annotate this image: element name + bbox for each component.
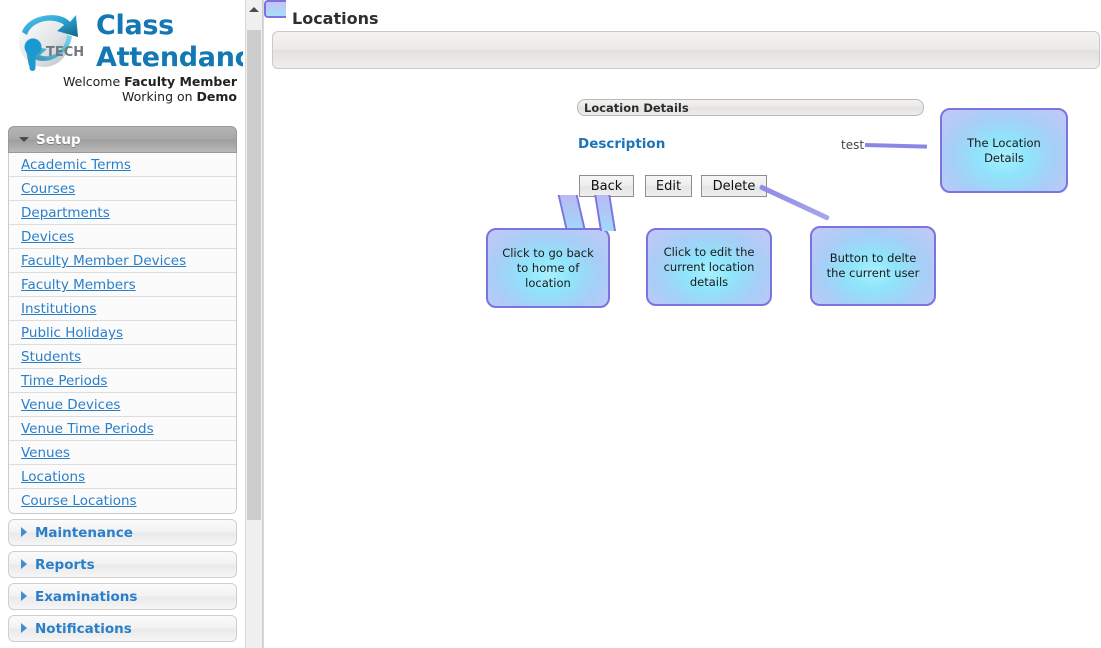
description-label: Description	[578, 136, 666, 152]
main-content: Locations Location Details Description t…	[264, 0, 1101, 648]
sidebar-item-courses[interactable]: Courses	[9, 177, 236, 201]
callout-tail-edit	[594, 195, 616, 231]
sidebar-item-academic-terms[interactable]: Academic Terms	[9, 153, 236, 177]
location-details-panel-title: Location Details	[584, 101, 689, 115]
iptech-logo-icon: TECH	[8, 6, 94, 78]
chevron-right-icon	[21, 591, 27, 601]
app-title: Class Attendance	[96, 10, 243, 74]
sidebar-section-notifications-label: Notifications	[35, 621, 132, 637]
callout-tail-delete	[758, 184, 830, 221]
sidebar-section-setup[interactable]: Setup	[8, 126, 237, 153]
page-header-bar	[272, 31, 1100, 69]
sidebar-item-faculty-member-devices[interactable]: Faculty Member Devices	[9, 249, 236, 273]
app-window: TECH Class Attendance Welcome Faculty Me…	[0, 0, 1101, 648]
chevron-down-icon	[19, 136, 29, 142]
svg-text:TECH: TECH	[46, 45, 84, 60]
callout-delete-button: Button to delte the current user	[810, 226, 936, 306]
description-value: test	[841, 138, 865, 152]
welcome-prefix: Welcome	[63, 74, 125, 89]
sidebar-section-notifications[interactable]: Notifications	[8, 615, 237, 642]
welcome-line: Welcome Faculty Member	[63, 74, 237, 89]
sidebar-item-faculty-members[interactable]: Faculty Members	[9, 273, 236, 297]
sidebar-setup-items: Academic Terms Courses Departments Devic…	[8, 153, 237, 514]
sidebar-item-time-periods[interactable]: Time Periods	[9, 369, 236, 393]
sidebar-section-examinations[interactable]: Examinations	[8, 583, 237, 610]
chevron-right-icon	[21, 623, 27, 633]
edit-button[interactable]: Edit	[645, 175, 692, 197]
callout-location-details: The Location Details	[940, 108, 1068, 193]
sidebar-item-public-holidays[interactable]: Public Holidays	[9, 321, 236, 345]
scroll-up-button[interactable]	[246, 0, 262, 18]
page-title: Locations	[292, 9, 379, 28]
sidebar-accordion: Setup Academic Terms Courses Departments…	[8, 126, 237, 642]
sidebar-scrollbar[interactable]	[245, 0, 263, 648]
sidebar-section-setup-label: Setup	[36, 132, 81, 148]
sidebar-section-maintenance[interactable]: Maintenance	[8, 519, 237, 546]
sidebar-item-departments[interactable]: Departments	[9, 201, 236, 225]
sidebar-item-venue-time-periods[interactable]: Venue Time Periods	[9, 417, 236, 441]
sidebar-item-students[interactable]: Students	[9, 345, 236, 369]
sidebar-item-venues[interactable]: Venues	[9, 441, 236, 465]
sidebar: TECH Class Attendance Welcome Faculty Me…	[0, 0, 243, 648]
callout-tail-back	[557, 195, 586, 231]
chevron-right-icon	[21, 527, 27, 537]
sidebar-item-course-locations[interactable]: Course Locations	[9, 489, 236, 513]
welcome-user: Faculty Member	[124, 74, 237, 89]
chevron-right-icon	[21, 559, 27, 569]
sidebar-item-locations[interactable]: Locations	[9, 465, 236, 489]
sidebar-item-venue-devices[interactable]: Venue Devices	[9, 393, 236, 417]
app-title-line2: Attendance	[96, 42, 243, 73]
sidebar-section-maintenance-label: Maintenance	[35, 525, 133, 541]
sidebar-item-devices[interactable]: Devices	[9, 225, 236, 249]
welcome-text: Welcome Faculty Member Working on Demo	[63, 74, 237, 104]
location-details-panel-header: Location Details	[577, 99, 924, 116]
scrollbar-thumb[interactable]	[247, 30, 261, 520]
app-title-line1: Class	[96, 10, 174, 41]
delete-button[interactable]: Delete	[701, 175, 767, 197]
sidebar-section-reports-label: Reports	[35, 557, 95, 573]
callout-edit-button: Click to edit the current location detai…	[646, 228, 772, 306]
callout-tail-details	[264, 0, 286, 18]
working-value: Demo	[196, 89, 237, 104]
sidebar-item-institutions[interactable]: Institutions	[9, 297, 236, 321]
back-button[interactable]: Back	[579, 175, 634, 197]
sidebar-section-examinations-label: Examinations	[35, 589, 138, 605]
chevron-up-icon	[249, 7, 259, 12]
callout-pointer-details	[864, 143, 928, 149]
working-line: Working on Demo	[63, 89, 237, 104]
sidebar-section-reports[interactable]: Reports	[8, 551, 237, 578]
brand-header: TECH Class Attendance Welcome Faculty Me…	[0, 0, 243, 110]
working-prefix: Working on	[122, 89, 197, 104]
callout-back-button: Click to go back to home of location	[486, 228, 610, 308]
